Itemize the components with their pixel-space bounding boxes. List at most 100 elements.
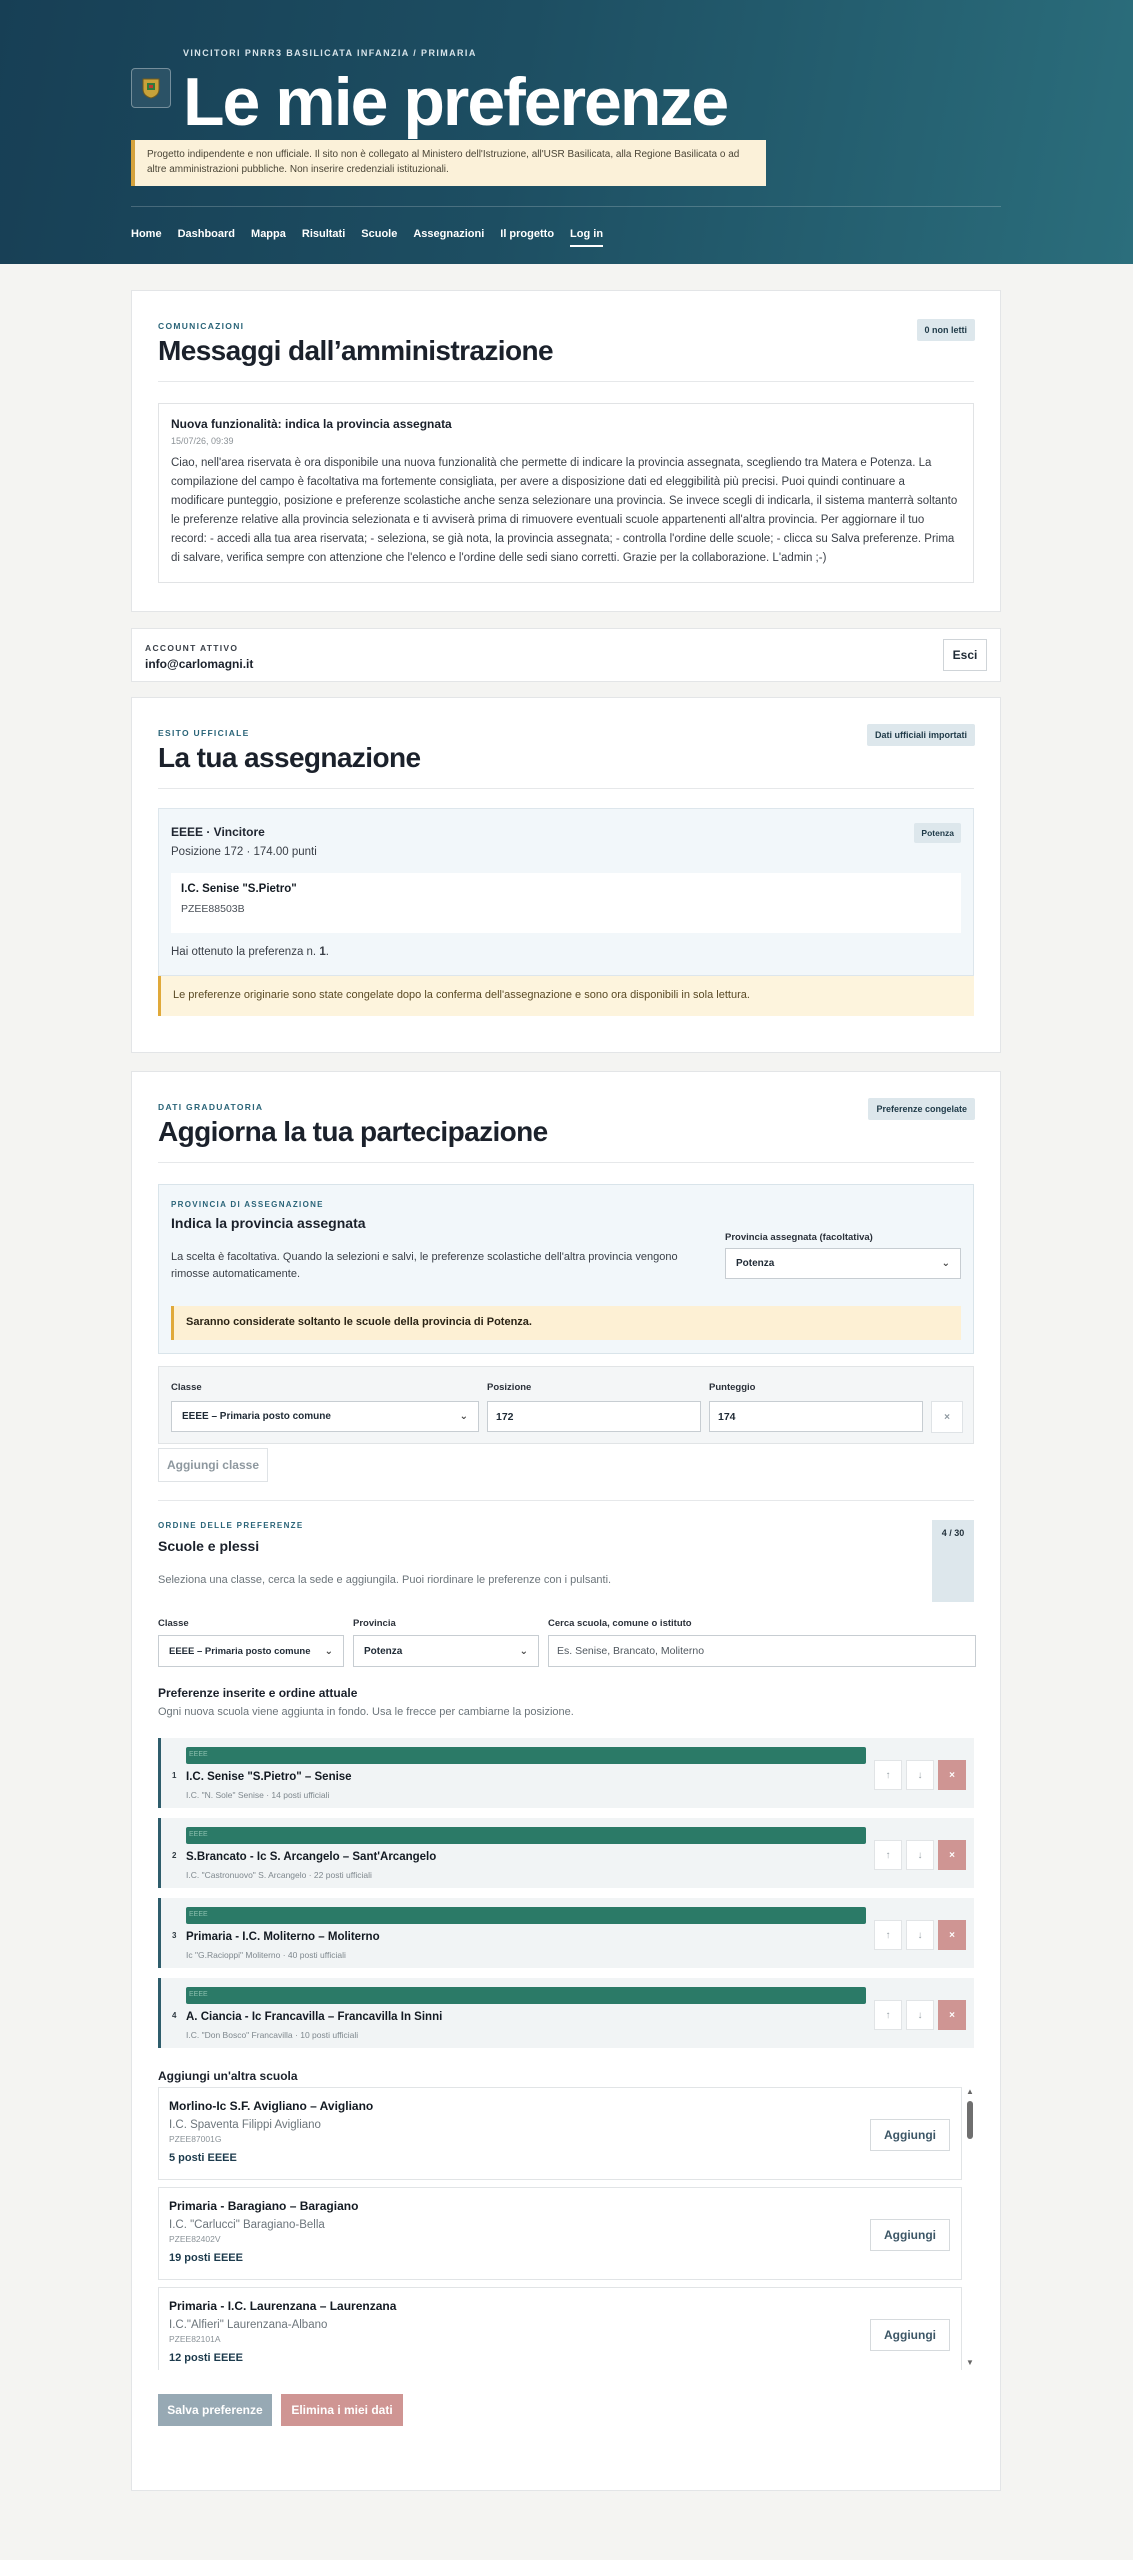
nav-scuole[interactable]: Scuole <box>361 228 397 247</box>
province-select[interactable]: Potenza ⌄ <box>725 1248 961 1279</box>
school-name: Primaria - I.C. Laurenzana – Laurenzana <box>169 2299 397 2313</box>
message-title: Nuova funzionalità: indica la provincia … <box>171 417 452 431</box>
messages-title: Messaggi dall’amministrazione <box>158 335 554 366</box>
delete-preference-button[interactable]: × <box>938 1920 966 1950</box>
add-school-button[interactable]: Aggiungi <box>870 2319 950 2351</box>
delete-preference-button[interactable]: × <box>938 1840 966 1870</box>
school-code: PZEE82101A <box>169 2334 221 2344</box>
position-input[interactable]: 172 <box>487 1401 701 1432</box>
assignment-divider <box>158 788 974 789</box>
page-title: Le mie preferenze <box>183 64 729 140</box>
header-kicker: VINCITORI PNRR3 BASILICATA INFANZIA / PR… <box>183 48 477 58</box>
list-desc: Ogni nuova scuola viene aggiunta in fond… <box>158 1706 574 1718</box>
school-institute: I.C."Alfieri" Laurenzana-Albano <box>169 2319 328 2331</box>
unread-badge: 0 non letti <box>916 319 975 341</box>
preference-name: Primaria - I.C. Moliterno – Moliterno <box>186 1931 380 1943</box>
preference-number: 1 <box>172 1771 177 1780</box>
frozen-preferences-note: Le preferenze originarie sono state cong… <box>158 976 974 1016</box>
school-name: Morlino-Ic S.F. Avigliano – Avigliano <box>169 2099 374 2113</box>
school-name: Primaria - Baragiano – Baragiano <box>169 2199 359 2213</box>
move-up-button[interactable]: ↑ <box>874 2000 902 2030</box>
move-up-button[interactable]: ↑ <box>874 1760 902 1790</box>
nav-il-progetto[interactable]: Il progetto <box>500 228 554 247</box>
preference-item: 1 EEEE I.C. Senise "S.Pietro" – Senise I… <box>158 1738 974 1808</box>
header-divider <box>131 206 1001 207</box>
move-down-button[interactable]: ↓ <box>906 1760 934 1790</box>
search-input[interactable]: Es. Senise, Brancato, Moliterno <box>548 1635 976 1667</box>
add-school-title: Aggiungi un'altra scuola <box>158 2069 298 2083</box>
class-select[interactable]: EEEE – Primaria posto comune ⌄ <box>171 1401 479 1432</box>
order-eyebrow: ORDINE DELLE PREFERENZE <box>158 1521 304 1530</box>
preference-item: 2 EEEE S.Brancato - Ic S. Arcangelo – Sa… <box>158 1818 974 1888</box>
list-item: Primaria - I.C. Laurenzana – Laurenzana … <box>158 2287 962 2370</box>
main-nav: Home Dashboard Mappa Risultati Scuole As… <box>131 228 619 247</box>
logout-button[interactable]: Esci <box>943 639 987 671</box>
messages-divider <box>158 381 974 382</box>
province-title: Indica la provincia assegnata <box>171 1215 366 1231</box>
preference-sub: I.C. "Castronuovo" S. Arcangelo · 22 pos… <box>186 1870 372 1880</box>
nav-mappa[interactable]: Mappa <box>251 228 286 247</box>
province-select-label: Provincia assegnata (facoltativa) <box>725 1232 873 1243</box>
preference-name: I.C. Senise "S.Pietro" – Senise <box>186 1771 352 1783</box>
list-item: Primaria - Baragiano – Baragiano I.C. "C… <box>158 2187 962 2280</box>
school-list-scrollbar[interactable]: ▲ ▼ <box>964 2087 976 2370</box>
scroll-up-icon[interactable]: ▲ <box>964 2087 976 2096</box>
move-up-button[interactable]: ↑ <box>874 1840 902 1870</box>
chevron-down-icon: ⌄ <box>459 1411 468 1422</box>
school-list[interactable]: Morlino-Ic S.F. Avigliano – Avigliano I.… <box>158 2087 962 2370</box>
remove-class-button[interactable]: × <box>931 1401 963 1433</box>
add-school-button[interactable]: Aggiungi <box>870 2119 950 2151</box>
nav-risultati[interactable]: Risultati <box>302 228 345 247</box>
province-section: PROVINCIA DI ASSEGNAZIONE Indica la prov… <box>158 1184 974 1354</box>
nav-log-in[interactable]: Log in <box>570 228 604 247</box>
school-institute: I.C. Spaventa Filippi Avigliano <box>169 2119 321 2131</box>
preference-class-bar: EEEE <box>186 1827 866 1844</box>
filter-province-label: Provincia <box>353 1618 396 1629</box>
assignment-role: EEEE · Vincitore <box>171 825 265 839</box>
search-label: Cerca scuola, comune o istituto <box>548 1618 692 1629</box>
province-badge: Potenza <box>914 823 961 843</box>
move-down-button[interactable]: ↓ <box>906 2000 934 2030</box>
filter-province-select[interactable]: Potenza ⌄ <box>353 1635 539 1667</box>
province-eyebrow: PROVINCIA DI ASSEGNAZIONE <box>171 1200 324 1209</box>
assignment-eyebrow: ESITO UFFICIALE <box>158 728 250 738</box>
move-up-button[interactable]: ↑ <box>874 1920 902 1950</box>
add-class-button[interactable]: Aggiungi classe <box>158 1448 268 1482</box>
disclaimer-banner: Progetto indipendente e non ufficiale. I… <box>131 140 766 186</box>
frozen-badge: Preferenze congelate <box>868 1098 975 1120</box>
preference-name: S.Brancato - Ic S. Arcangelo – Sant'Arca… <box>186 1851 437 1863</box>
scroll-thumb[interactable] <box>967 2101 973 2139</box>
account-card: ACCOUNT ATTIVO info@carlomagni.it Esci <box>131 628 1001 682</box>
score-input[interactable]: 174 <box>709 1401 923 1432</box>
add-school-button[interactable]: Aggiungi <box>870 2219 950 2251</box>
preference-count: 4 / 30 <box>932 1520 974 1602</box>
preference-number: 3 <box>172 1931 177 1940</box>
preference-class-bar: EEEE <box>186 1987 866 2004</box>
update-eyebrow: DATI GRADUATORIA <box>158 1102 264 1112</box>
coat-of-arms-icon[interactable] <box>131 68 171 108</box>
preference-name: A. Ciancia - Ic Francavilla – Francavill… <box>186 2011 443 2023</box>
nav-dashboard[interactable]: Dashboard <box>178 228 235 247</box>
list-title: Preferenze inserite e ordine attuale <box>158 1686 358 1700</box>
move-down-button[interactable]: ↓ <box>906 1840 934 1870</box>
messages-eyebrow: COMUNICAZIONI <box>158 321 245 331</box>
preference-class-bar: EEEE <box>186 1747 866 1764</box>
scroll-down-icon[interactable]: ▼ <box>964 2358 976 2367</box>
school-code: PZEE82402V <box>169 2234 221 2244</box>
delete-my-data-button[interactable]: Elimina i miei dati <box>281 2394 403 2426</box>
preference-number: 2 <box>172 1851 177 1860</box>
class-row: Classe EEEE – Primaria posto comune ⌄ Po… <box>158 1366 974 1444</box>
delete-preference-button[interactable]: × <box>938 1760 966 1790</box>
order-title: Scuole e plessi <box>158 1538 260 1554</box>
move-down-button[interactable]: ↓ <box>906 1920 934 1950</box>
save-preferences-button[interactable]: Salva preferenze <box>158 2394 272 2426</box>
delete-preference-button[interactable]: × <box>938 2000 966 2030</box>
obtained-preference: Hai ottenuto la preferenza n. 1. <box>171 946 329 958</box>
assignment-details: EEEE · Vincitore Potenza Posizione 172 ·… <box>158 808 974 976</box>
filter-class-select[interactable]: EEEE – Primaria posto comune ⌄ <box>158 1635 344 1667</box>
update-card: DATI GRADUATORIA Aggiorna la tua parteci… <box>131 1071 1001 2491</box>
list-item: Morlino-Ic S.F. Avigliano – Avigliano I.… <box>158 2087 962 2180</box>
nav-home[interactable]: Home <box>131 228 162 247</box>
preference-number: 4 <box>172 2011 177 2020</box>
nav-assegnazioni[interactable]: Assegnazioni <box>413 228 484 247</box>
